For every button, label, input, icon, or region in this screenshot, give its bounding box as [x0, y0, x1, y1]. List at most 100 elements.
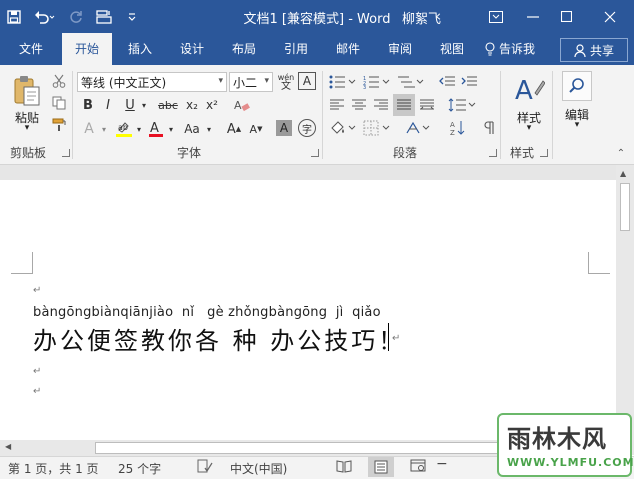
chevron-down-icon: ▾ — [218, 76, 223, 86]
change-case-button[interactable]: Aa — [180, 119, 204, 139]
styles-launcher-icon[interactable] — [540, 149, 548, 157]
save-icon[interactable] — [0, 0, 28, 33]
cut-icon[interactable] — [50, 72, 68, 90]
multilevel-list-icon[interactable] — [396, 73, 426, 91]
clear-formatting-icon[interactable]: A — [232, 96, 252, 114]
align-right-icon[interactable] — [372, 96, 390, 114]
change-case-dropdown-icon[interactable]: ▾ — [204, 122, 214, 136]
language-indicator[interactable]: 中文(中国) — [230, 460, 287, 477]
scroll-up-icon[interactable]: ▲ — [620, 169, 626, 178]
ribbon-tab-bar: 文件 开始 插入 设计 布局 引用 邮件 审阅 视图 告诉我 共享 — [0, 33, 634, 66]
borders-icon[interactable] — [362, 119, 392, 137]
tab-mailings[interactable]: 邮件 — [326, 33, 370, 65]
distributed-icon[interactable] — [418, 96, 436, 114]
paste-dropdown-icon[interactable]: ▾ — [22, 123, 32, 133]
tab-home[interactable]: 开始 — [62, 33, 112, 66]
close-icon[interactable] — [592, 0, 628, 33]
bullets-icon[interactable] — [328, 73, 358, 91]
proofing-icon[interactable] — [197, 459, 213, 476]
superscript-button[interactable]: x² — [203, 96, 221, 114]
bold-button[interactable]: B — [80, 96, 96, 114]
tell-me-box[interactable]: 告诉我 — [485, 33, 535, 65]
font-size-combo[interactable]: 小二 ▾ — [229, 72, 273, 92]
font-launcher-icon[interactable] — [311, 149, 319, 157]
shrink-font-button[interactable]: A ▼ — [247, 119, 265, 139]
decrease-indent-icon[interactable] — [437, 73, 457, 91]
copy-icon[interactable] — [50, 94, 68, 112]
strikethrough-button[interactable]: abc — [155, 96, 181, 114]
show-formatting-icon[interactable] — [480, 119, 498, 137]
styles-icon[interactable]: A — [512, 72, 546, 106]
line-spacing-icon[interactable] — [447, 96, 477, 114]
editing-dropdown-icon[interactable]: ▾ — [572, 120, 582, 130]
text-effects-icon[interactable]: A — [80, 120, 98, 138]
character-border-icon[interactable]: A — [298, 72, 316, 90]
shading-icon[interactable] — [328, 119, 358, 137]
group-divider — [500, 71, 501, 159]
redo-icon[interactable] — [62, 0, 90, 33]
document-text[interactable]: 办公便签教你各 种 办公技巧！ — [33, 321, 405, 356]
justify-icon[interactable] — [393, 94, 415, 116]
zoom-out-icon[interactable]: − — [436, 456, 448, 472]
vertical-scroll-thumb[interactable] — [620, 183, 630, 231]
font-name-combo[interactable]: 等线 (中文正文) ▾ — [77, 72, 227, 92]
print-layout-view-icon[interactable] — [368, 457, 394, 477]
align-left-icon[interactable] — [328, 96, 346, 114]
phonetic-guide-icon[interactable]: wén 文 — [276, 71, 296, 93]
styles-dropdown-icon[interactable]: ▾ — [524, 123, 534, 133]
subscript-button[interactable]: x₂ — [183, 96, 201, 114]
asian-layout-icon[interactable] — [404, 119, 434, 137]
user-name[interactable]: 柳絮飞 — [402, 8, 441, 27]
ribbon-home: 粘贴 ▾ 剪贴板 等线 (中文正文) ▾ 小二 ▾ wén 文 A B I U … — [0, 65, 634, 165]
font-name-value: 等线 (中文正文) — [81, 75, 167, 90]
paragraph-mark: ↵ — [33, 366, 42, 377]
tab-layout[interactable]: 布局 — [222, 33, 266, 65]
tab-design[interactable]: 设计 — [170, 33, 214, 65]
tab-view[interactable]: 视图 — [430, 33, 474, 65]
find-icon[interactable] — [562, 71, 592, 101]
paragraph-mark: ↵ — [33, 285, 42, 296]
person-icon — [574, 43, 586, 57]
minimize-icon[interactable] — [515, 0, 551, 33]
underline-button[interactable]: U — [122, 96, 138, 114]
page-count[interactable]: 第 1 页，共 1 页 — [8, 460, 99, 477]
read-mode-icon[interactable] — [336, 459, 352, 476]
highlight-dropdown-icon[interactable]: ▾ — [134, 122, 144, 136]
grow-font-button[interactable]: A ▲ — [225, 119, 243, 139]
lightbulb-icon — [485, 42, 495, 56]
scroll-left-icon[interactable]: ◀ — [5, 442, 11, 451]
tab-references[interactable]: 引用 — [274, 33, 318, 65]
align-center-icon[interactable] — [350, 96, 368, 114]
text-effects-dropdown-icon[interactable]: ▾ — [99, 122, 109, 136]
increase-indent-icon[interactable] — [459, 73, 479, 91]
ribbon-display-options-icon[interactable] — [478, 0, 514, 33]
italic-button[interactable]: I — [100, 96, 116, 114]
font-color-dropdown-icon[interactable]: ▾ — [166, 122, 176, 136]
customize-qat-icon[interactable] — [118, 0, 146, 33]
svg-text:ab: ab — [118, 123, 128, 132]
font-color-icon[interactable]: A — [147, 119, 165, 139]
tab-file[interactable]: 文件 — [8, 33, 54, 65]
undo-icon[interactable] — [28, 0, 62, 33]
collapse-ribbon-icon[interactable]: ⌃ — [614, 147, 628, 159]
print-layout-icon[interactable] — [90, 0, 118, 33]
share-button[interactable]: 共享 — [560, 38, 628, 62]
numbering-icon[interactable]: 123 — [362, 73, 392, 91]
word-count[interactable]: 25 个字 — [118, 460, 161, 477]
tab-insert[interactable]: 插入 — [118, 33, 162, 65]
clipboard-launcher-icon[interactable] — [62, 149, 70, 157]
underline-dropdown-icon[interactable]: ▾ — [139, 98, 149, 112]
paste-icon[interactable] — [12, 73, 42, 109]
maximize-icon[interactable] — [548, 0, 584, 33]
vertical-scrollbar[interactable]: ▲ — [616, 165, 634, 440]
text-highlight-icon[interactable]: ab — [114, 119, 134, 139]
paragraph-launcher-icon[interactable] — [489, 149, 497, 157]
tab-review[interactable]: 审阅 — [378, 33, 422, 65]
sort-icon[interactable]: AZ — [448, 119, 468, 137]
web-layout-icon[interactable] — [410, 459, 426, 476]
group-label-font: 字体 — [177, 146, 202, 160]
enclose-characters-button[interactable]: 字 — [298, 119, 316, 137]
chevron-down-icon: ▾ — [264, 76, 269, 86]
format-painter-icon[interactable] — [50, 116, 68, 134]
character-shading-button[interactable]: A — [276, 120, 292, 136]
